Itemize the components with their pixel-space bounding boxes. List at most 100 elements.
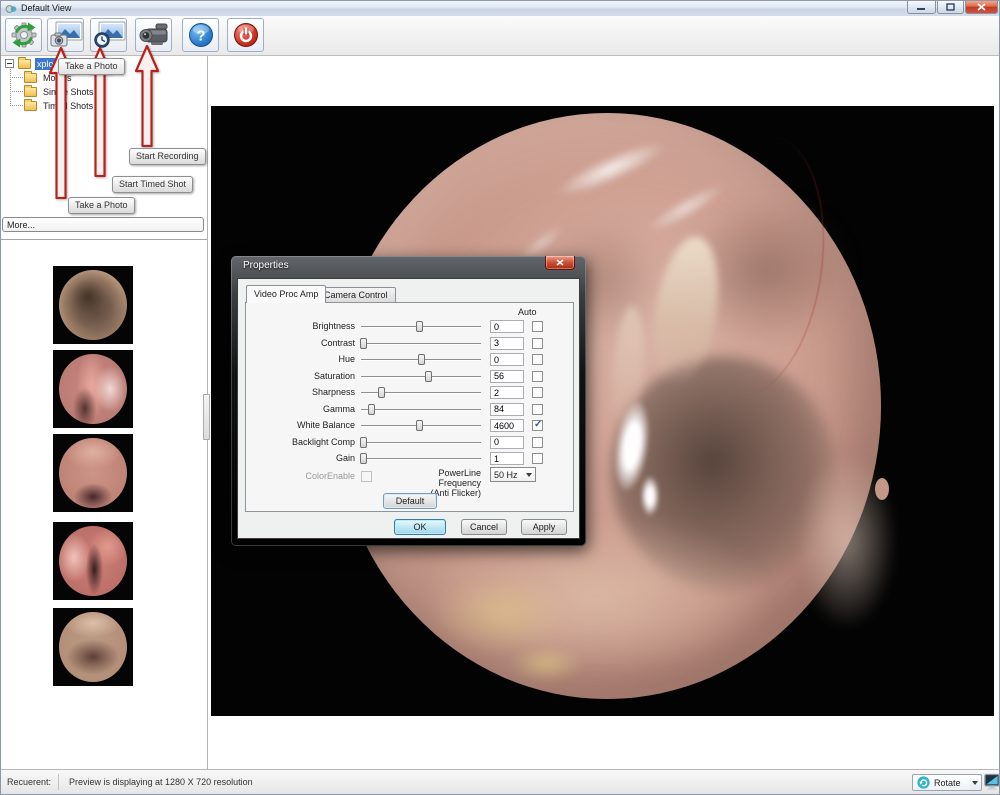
slider-label: Contrast	[246, 338, 355, 348]
slider-track[interactable]	[361, 370, 481, 383]
apply-button[interactable]: Apply	[521, 519, 567, 535]
cancel-button[interactable]: Cancel	[461, 519, 507, 535]
callout-start-recording: Start Recording	[129, 148, 206, 165]
slider-value-input[interactable]	[490, 320, 524, 333]
auto-checkbox[interactable]	[532, 321, 543, 332]
gear-refresh-icon	[10, 21, 38, 49]
slider-track[interactable]	[361, 320, 481, 333]
rotate-dropdown-button[interactable]	[969, 774, 982, 791]
slider-value-input[interactable]	[490, 452, 524, 465]
auto-checkbox[interactable]	[532, 338, 543, 349]
auto-checkbox[interactable]	[532, 371, 543, 382]
slider-label: Gamma	[246, 404, 355, 414]
auto-checkbox[interactable]	[532, 453, 543, 464]
close-icon	[556, 259, 564, 266]
minimize-button[interactable]	[907, 1, 936, 14]
window-title: Default View	[21, 1, 71, 16]
thumbnail-5[interactable]	[53, 608, 133, 686]
maximize-icon	[946, 3, 955, 11]
help-button[interactable]: ?	[182, 18, 219, 52]
slider-value-input[interactable]	[490, 403, 524, 416]
dialog-title: Properties	[243, 260, 289, 271]
slider-value-input[interactable]	[490, 353, 524, 366]
maximize-button[interactable]	[937, 1, 964, 14]
slider-value-input[interactable]	[490, 386, 524, 399]
statusbar: Recuerent: Preview is displaying at 1280…	[1, 769, 999, 794]
thumbnail-1[interactable]	[53, 266, 133, 344]
tree-guide	[10, 77, 23, 78]
tree-expander-icon[interactable]	[5, 59, 14, 68]
power-button[interactable]	[227, 18, 264, 52]
thumbnail-3[interactable]	[53, 434, 133, 512]
slider-row: White Balance	[246, 419, 573, 432]
slider-track[interactable]	[361, 337, 481, 350]
tab-camera-control[interactable]: Camera Control	[316, 287, 396, 303]
ok-button[interactable]: OK	[394, 519, 446, 535]
thumbnail-2[interactable]	[53, 350, 133, 428]
slider-thumb[interactable]	[416, 321, 423, 332]
tab-video-proc-amp[interactable]: Video Proc Amp	[246, 285, 326, 303]
dialog-body: Video Proc Amp Camera Control Auto Brigh…	[237, 278, 580, 539]
folder-icon	[18, 59, 31, 69]
auto-checkbox[interactable]	[532, 420, 543, 431]
slider-value-input[interactable]	[490, 436, 524, 449]
properties-dialog: Properties Video Proc Amp Camera Control…	[231, 256, 586, 546]
slider-track[interactable]	[361, 353, 481, 366]
default-button[interactable]: Default	[383, 493, 437, 509]
fullscreen-button[interactable]	[984, 772, 1000, 792]
auto-checkbox[interactable]	[532, 354, 543, 365]
more-button[interactable]: More...	[2, 217, 204, 232]
slider-track[interactable]	[361, 452, 481, 465]
auto-column-header: Auto	[518, 307, 558, 317]
slider-thumb[interactable]	[418, 354, 425, 365]
edge-notch	[875, 478, 889, 500]
auto-checkbox[interactable]	[532, 437, 543, 448]
slider-track[interactable]	[361, 403, 481, 416]
slider-track-line	[361, 458, 481, 460]
divider	[58, 774, 59, 790]
rotate-button[interactable]: Rotate	[912, 774, 970, 791]
slider-value-input[interactable]	[490, 419, 524, 432]
color-enable-checkbox[interactable]	[361, 471, 372, 482]
slider-label: Saturation	[246, 371, 355, 381]
slider-track-line	[361, 343, 481, 345]
slider-thumb[interactable]	[360, 453, 367, 464]
yellow-patch	[511, 646, 581, 682]
slider-thumb[interactable]	[425, 371, 432, 382]
yellow-patch	[436, 576, 566, 651]
slider-thumb[interactable]	[360, 437, 367, 448]
auto-checkbox[interactable]	[532, 404, 543, 415]
close-button[interactable]	[965, 1, 998, 14]
tooltip-take-a-photo: Take a Photo	[58, 58, 125, 75]
settings-button[interactable]	[5, 18, 42, 52]
slider-track[interactable]	[361, 436, 481, 449]
auto-checkbox[interactable]	[532, 387, 543, 398]
endoscope-thumb-image	[59, 354, 127, 424]
chevron-down-icon	[526, 473, 532, 477]
panel-splitter[interactable]	[203, 394, 210, 440]
slider-value-input[interactable]	[490, 337, 524, 350]
slider-thumb[interactable]	[360, 338, 367, 349]
status-left-label: Recuerent:	[7, 777, 51, 787]
callout-start-timed-shot: Start Timed Shot	[112, 176, 193, 193]
rotate-icon	[917, 776, 930, 789]
slider-thumb[interactable]	[378, 387, 385, 398]
powerline-frequency-value: 50 Hz	[494, 470, 518, 480]
slider-track[interactable]	[361, 386, 481, 399]
power-icon	[232, 21, 260, 49]
tree-guide	[10, 67, 11, 106]
slider-thumb[interactable]	[416, 420, 423, 431]
close-icon	[977, 3, 986, 11]
rotate-label: Rotate	[934, 778, 961, 788]
slider-value-input[interactable]	[490, 370, 524, 383]
photo-clock-icon	[92, 21, 126, 49]
thumbnail-4[interactable]	[53, 522, 133, 600]
slider-track[interactable]	[361, 419, 481, 432]
slider-row: Saturation	[246, 370, 573, 383]
color-enable-label: ColorEnable	[246, 471, 355, 481]
endoscope-thumb-image	[59, 270, 127, 340]
dialog-close-button[interactable]	[545, 256, 575, 270]
powerline-frequency-select[interactable]: 50 Hz	[490, 467, 536, 482]
slider-label: Gain	[246, 453, 355, 463]
slider-thumb[interactable]	[368, 404, 375, 415]
